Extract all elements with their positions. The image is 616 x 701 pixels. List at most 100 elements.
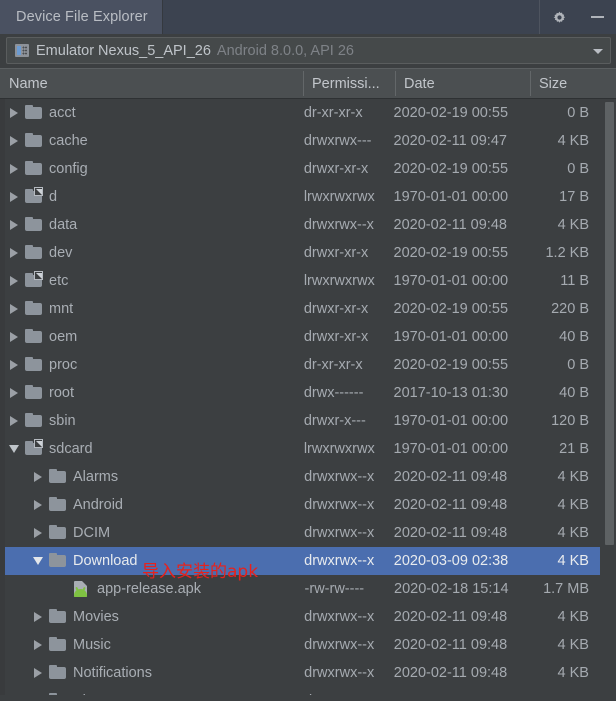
file-name-label: config <box>49 161 88 177</box>
file-name-label: root <box>49 385 74 401</box>
cell-size: 4 KB <box>557 553 589 569</box>
tree-twisty-collapsed-icon[interactable] <box>6 183 22 211</box>
column-header-date[interactable]: Date <box>395 68 530 99</box>
cell-permissions: lrwxrwxrwx <box>303 189 375 205</box>
cell-name: etc <box>0 267 295 295</box>
cell-date: 2020-02-18 15:14 <box>394 581 509 597</box>
folder-icon <box>49 608 66 624</box>
file-name-label: oem <box>49 329 78 345</box>
tree-twisty-collapsed-icon[interactable] <box>6 267 22 295</box>
tree-twisty-collapsed-icon[interactable] <box>30 631 46 659</box>
column-header-permissions[interactable]: Permissi... <box>303 68 395 99</box>
table-row[interactable]: root drwx------ 2017-10-13 01:30 40 B <box>0 379 600 407</box>
cell-date: 2020-03-09 02:38 <box>393 553 509 569</box>
tree-twisty-collapsed-icon[interactable] <box>6 127 22 155</box>
cell-date: 2020-02-11 09:48 <box>393 217 507 233</box>
table-row[interactable]: mnt drwxr-xr-x 2020-02-19 00:55 220 B <box>0 295 600 323</box>
tree-rows: acct dr-xr-xr-x 2020-02-19 00:55 0 Bcache dr… <box>0 99 616 695</box>
table-row[interactable]: etc lrwxrwxrwx 1970-01-01 00:00 11 B <box>0 267 600 295</box>
file-tree[interactable]: acct dr-xr-xr-x 2020-02-19 00:55 0 Bcache dr… <box>0 99 616 695</box>
file-name-label: DCIM <box>73 525 111 541</box>
cell-permissions: drwxrwx--x <box>304 553 375 569</box>
table-row[interactable]: Picturesdrwxrwx--x2020-02-11 09:484 KB <box>0 687 600 695</box>
cell-date: 1970-01-01 00:00 <box>393 329 509 345</box>
table-row[interactable]: Android drwxrwx--x 2020-02-11 09:48 4 KB <box>0 491 600 519</box>
cell-permissions: lrwxrwxrwx <box>303 273 375 289</box>
cell-size: 40 B <box>559 385 590 401</box>
table-row[interactable]: proc dr-xr-xr-x 2020-02-19 00:55 0 B <box>0 351 600 379</box>
chevron-down-icon[interactable] <box>593 48 603 54</box>
vertical-scrollbar-thumb[interactable] <box>605 102 614 545</box>
tree-twisty-collapsed-icon[interactable] <box>30 519 46 547</box>
table-row[interactable]: config drwxr-xr-x 2020-02-19 00:55 0 B <box>0 155 600 183</box>
tree-twisty-collapsed-icon[interactable] <box>30 463 46 491</box>
device-dropdown[interactable]: Emulator Nexus_5_API_26 Android 8.0.0, A… <box>6 37 611 64</box>
cell-permissions: drwxrwx--x <box>304 609 375 625</box>
tree-twisty-collapsed-icon[interactable] <box>6 155 22 183</box>
table-row[interactable]: acct dr-xr-xr-x 2020-02-19 00:55 0 B <box>0 99 600 127</box>
table-row[interactable]: DCIM drwxrwx--x 2020-02-11 09:48 4 KB <box>0 519 600 547</box>
table-row[interactable]: sdcard lrwxrwxrwx 1970-01-01 00:00 21 B <box>0 435 600 463</box>
table-row[interactable]: Movies drwxrwx--x 2020-02-11 09:48 4 KB <box>0 603 600 631</box>
table-row[interactable]: Notifications drwxrwx--x 2020-02-11 09:48 4… <box>0 659 600 687</box>
folder-icon <box>25 216 42 232</box>
cell-date: 2017-10-13 01:30 <box>393 385 509 401</box>
tree-twisty-collapsed-icon[interactable] <box>30 687 46 695</box>
tree-twisty-collapsed-icon[interactable] <box>6 323 22 351</box>
cell-date: 2020-02-19 00:55 <box>393 161 509 177</box>
tree-twisty-collapsed-icon[interactable] <box>6 99 22 127</box>
tree-twisty-collapsed-icon[interactable] <box>6 211 22 239</box>
table-row[interactable]: Download drwxrwx--x 2020-03-09 02:38 4 KB <box>0 547 600 575</box>
bottom-strip <box>0 695 616 701</box>
minimize-button[interactable] <box>578 0 616 34</box>
table-row[interactable]: d lrwxrwxrwx 1970-01-01 00:00 17 B <box>0 183 600 211</box>
tab-device-file-explorer[interactable]: Device File Explorer <box>0 0 163 34</box>
folder-icon <box>25 384 42 400</box>
table-row[interactable]: Music drwxrwx--x 2020-02-11 09:48 4 KB <box>0 631 600 659</box>
table-row[interactable]: Alarms drwxrwx--x 2020-02-11 09:48 4 KB <box>0 463 600 491</box>
tree-twisty-collapsed-icon[interactable] <box>30 491 46 519</box>
column-header-size[interactable]: Size <box>530 68 616 99</box>
cell-size: 1.7 MB <box>543 581 590 597</box>
tree-twisty-expanded-icon[interactable] <box>30 547 46 575</box>
cell-size: 4 KB <box>557 525 589 541</box>
cell-name: proc <box>0 351 295 379</box>
cell-size: 4 KB <box>557 133 590 149</box>
tree-twisty-collapsed-icon[interactable] <box>30 603 46 631</box>
tree-twisty-collapsed-icon[interactable] <box>6 407 22 435</box>
cell-name: cache <box>0 127 295 155</box>
table-row[interactable]: dev drwxr-xr-x 2020-02-19 00:55 1.2 KB <box>0 239 600 267</box>
file-name-label: sbin <box>49 413 76 429</box>
tree-twisty-collapsed-icon[interactable] <box>6 351 22 379</box>
column-header-name[interactable]: Name <box>0 68 303 99</box>
cell-date: 2020-02-11 09:48 <box>393 469 508 485</box>
table-row[interactable]: cache drwxrwx--- 2020-02-11 09:47 4 KB <box>0 127 600 155</box>
cell-name: Android <box>0 491 295 519</box>
tree-twisty-expanded-icon[interactable] <box>6 435 22 463</box>
emulator-device-icon <box>15 44 29 57</box>
cell-name: mnt <box>0 295 295 323</box>
tree-twisty-collapsed-icon[interactable] <box>30 659 46 687</box>
cell-name: sdcard <box>0 435 295 463</box>
table-row[interactable]: sbin drwxr-x--- 1970-01-01 00:00 120 B <box>0 407 600 435</box>
cell-date: 2020-02-19 00:55 <box>393 105 509 121</box>
tree-twisty-collapsed-icon[interactable] <box>6 295 22 323</box>
cell-size: 21 B <box>559 441 590 457</box>
folder-icon <box>49 636 66 652</box>
table-row[interactable]: app-release.apk -rw-rw---- 2020-02-18 15:1… <box>0 575 600 603</box>
folder-icon <box>25 244 42 260</box>
tree-twisty-collapsed-icon[interactable] <box>6 239 22 267</box>
cell-permissions: -rw-rw---- <box>304 581 365 597</box>
device-selector-bar: Emulator Nexus_5_API_26 Android 8.0.0, A… <box>0 34 616 68</box>
vertical-scrollbar[interactable] <box>603 99 616 695</box>
settings-button[interactable] <box>540 0 578 34</box>
file-name-label: Notifications <box>73 665 152 681</box>
cell-permissions: drwxrwx--x <box>304 469 375 485</box>
tree-twisty-collapsed-icon[interactable] <box>6 379 22 407</box>
cell-date: 2020-02-19 00:55 <box>393 357 509 373</box>
symlink-badge-icon <box>34 439 43 448</box>
cell-date: 2020-02-11 09:48 <box>393 637 508 653</box>
table-row[interactable]: data drwxrwx--x 2020-02-11 09:48 4 KB <box>0 211 600 239</box>
cell-size: 220 B <box>551 301 590 317</box>
table-row[interactable]: oem drwxr-xr-x 1970-01-01 00:00 40 B <box>0 323 600 351</box>
